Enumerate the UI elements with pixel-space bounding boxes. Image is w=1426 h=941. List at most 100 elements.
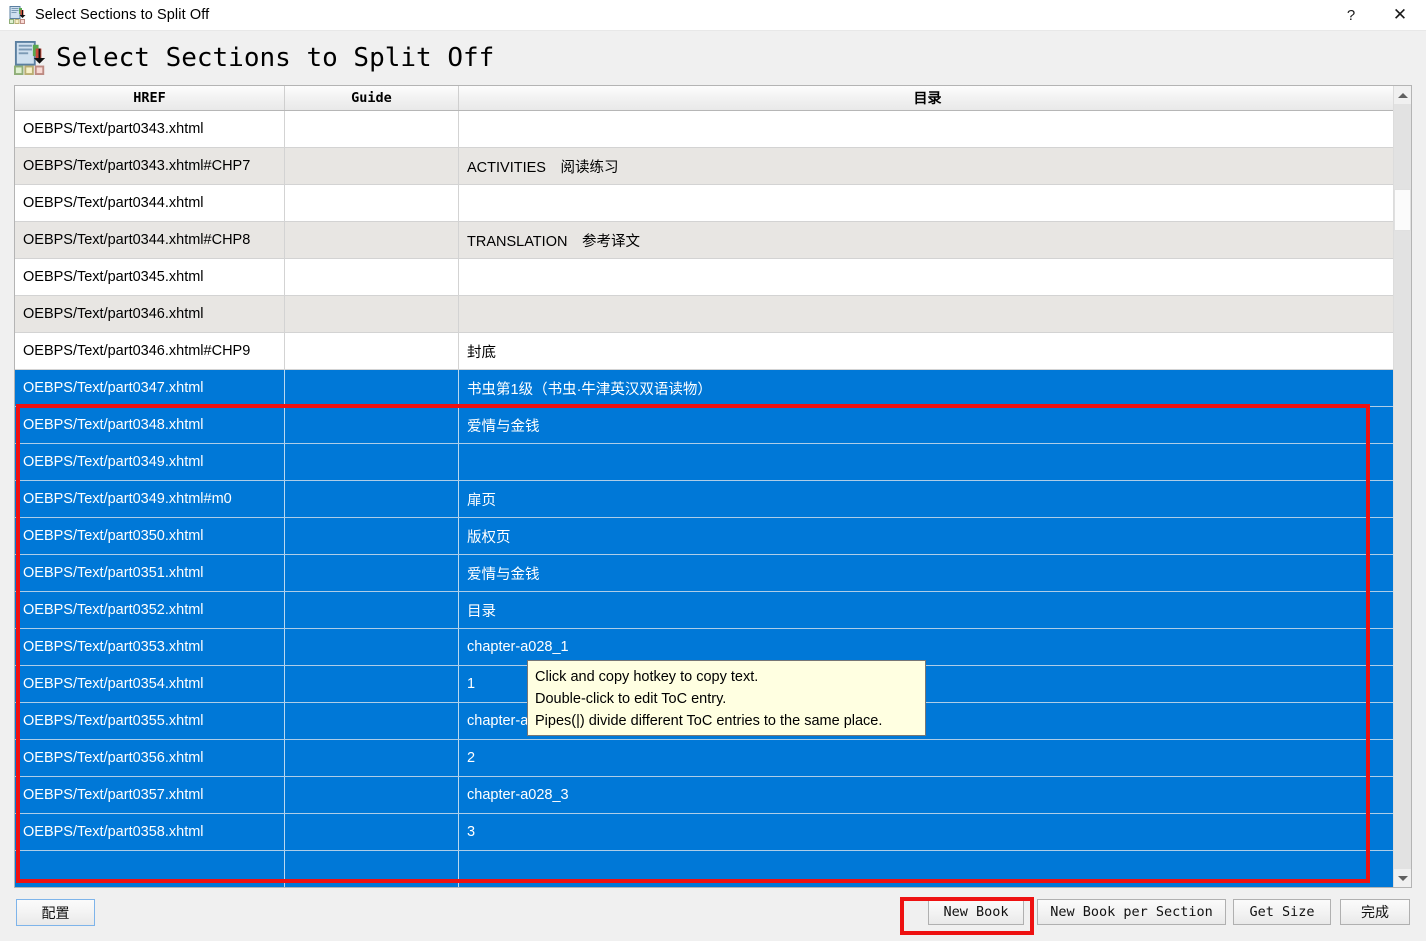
cell-href[interactable]: OEBPS/Text/part0357.xhtml (15, 777, 285, 813)
cell-guide[interactable] (285, 296, 459, 332)
cell-href[interactable]: OEBPS/Text/part0350.xhtml (15, 518, 285, 554)
cell-toc[interactable] (459, 851, 1395, 887)
cell-toc[interactable]: 扉页 (459, 481, 1395, 517)
cell-href[interactable]: OEBPS/Text/part0358.xhtml (15, 814, 285, 850)
cell-toc[interactable]: 版权页 (459, 518, 1395, 554)
cell-guide[interactable] (285, 148, 459, 184)
cell-toc[interactable] (459, 185, 1395, 221)
cell-toc[interactable]: 目录 (459, 592, 1395, 628)
cell-guide[interactable] (285, 259, 459, 295)
cell-toc[interactable]: ACTIVITIES 阅读练习 (459, 148, 1395, 184)
cell-href[interactable]: OEBPS/Text/part0345.xhtml (15, 259, 285, 295)
cell-href[interactable]: OEBPS/Text/part0344.xhtml (15, 185, 285, 221)
cell-href[interactable]: OEBPS/Text/part0351.xhtml (15, 555, 285, 591)
dialog-button-bar: 配置 New Book New Book per Section Get Siz… (0, 888, 1426, 941)
tooltip-line-3: Pipes(|) divide different ToC entries to… (535, 713, 883, 729)
cell-guide[interactable] (285, 592, 459, 628)
window-controls: ? ✕ (1328, 0, 1426, 31)
table-row[interactable]: OEBPS/Text/part0344.xhtml#CHP8 TRANSLATIO… (15, 222, 1395, 259)
cell-guide[interactable] (285, 518, 459, 554)
cell-href[interactable] (15, 851, 285, 887)
cell-toc[interactable]: 封底 (459, 333, 1395, 369)
table-row[interactable]: OEBPS/Text/part0344.xhtml (15, 185, 1395, 222)
cell-href[interactable]: OEBPS/Text/part0349.xhtml (15, 444, 285, 480)
cell-guide[interactable] (285, 111, 459, 147)
cell-guide[interactable] (285, 814, 459, 850)
table-row[interactable]: OEBPS/Text/part0350.xhtml 版权页 (15, 518, 1395, 555)
column-header-toc[interactable]: 目录 (459, 86, 1396, 110)
cell-toc[interactable] (459, 111, 1395, 147)
cell-href[interactable]: OEBPS/Text/part0348.xhtml (15, 407, 285, 443)
table-row[interactable]: OEBPS/Text/part0347.xhtml 书虫第1级（书虫·牛津英汉双语… (15, 370, 1395, 407)
cell-href[interactable]: OEBPS/Text/part0352.xhtml (15, 592, 285, 628)
table-row[interactable]: OEBPS/Text/part0343.xhtml#CHP7 ACTIVITIES… (15, 148, 1395, 185)
close-button[interactable]: ✕ (1374, 0, 1426, 31)
cell-href[interactable]: OEBPS/Text/part0343.xhtml#CHP7 (15, 148, 285, 184)
column-header-href[interactable]: HREF (15, 86, 285, 110)
column-header-guide[interactable]: Guide (285, 86, 459, 110)
cell-guide[interactable] (285, 851, 459, 887)
config-button[interactable]: 配置 (16, 899, 95, 926)
table-row[interactable]: OEBPS/Text/part0352.xhtml 目录 (15, 592, 1395, 629)
table-row[interactable]: OEBPS/Text/part0358.xhtml 3 (15, 814, 1395, 851)
table-row[interactable]: OEBPS/Text/part0356.xhtml 2 (15, 740, 1395, 777)
cell-toc[interactable]: 书虫第1级（书虫·牛津英汉双语读物） (459, 370, 1395, 406)
table-row[interactable] (15, 851, 1395, 887)
cell-guide[interactable] (285, 407, 459, 443)
cell-guide[interactable] (285, 333, 459, 369)
table-row[interactable]: OEBPS/Text/part0349.xhtml (15, 444, 1395, 481)
table-row[interactable]: OEBPS/Text/part0345.xhtml (15, 259, 1395, 296)
cell-href[interactable]: OEBPS/Text/part0349.xhtml#m0 (15, 481, 285, 517)
cell-href[interactable]: OEBPS/Text/part0346.xhtml (15, 296, 285, 332)
cell-toc[interactable]: 爱情与金钱 (459, 407, 1395, 443)
cell-toc[interactable] (459, 259, 1395, 295)
scroll-down-arrow-icon[interactable] (1394, 869, 1411, 887)
table-row[interactable]: OEBPS/Text/part0349.xhtml#m0 扉页 (15, 481, 1395, 518)
table-row[interactable]: OEBPS/Text/part0346.xhtml (15, 296, 1395, 333)
cell-href[interactable]: OEBPS/Text/part0354.xhtml (15, 666, 285, 702)
new-book-button[interactable]: New Book (928, 899, 1024, 925)
cell-href[interactable]: OEBPS/Text/part0356.xhtml (15, 740, 285, 776)
cell-guide[interactable] (285, 703, 459, 739)
cell-toc[interactable] (459, 444, 1395, 480)
cell-toc[interactable]: 2 (459, 740, 1395, 776)
cell-guide[interactable] (285, 481, 459, 517)
scroll-up-arrow-icon[interactable] (1394, 86, 1411, 104)
scrollbar-thumb[interactable] (1394, 189, 1411, 231)
cell-toc[interactable] (459, 296, 1395, 332)
table-row[interactable]: OEBPS/Text/part0348.xhtml 爱情与金钱 (15, 407, 1395, 444)
get-size-button[interactable]: Get Size (1233, 899, 1331, 925)
cell-href[interactable]: OEBPS/Text/part0353.xhtml (15, 629, 285, 665)
table-body[interactable]: OEBPS/Text/part0343.xhtml OEBPS/Text/part… (15, 111, 1395, 887)
new-book-per-section-button[interactable]: New Book per Section (1037, 899, 1226, 925)
cell-href[interactable]: OEBPS/Text/part0344.xhtml#CHP8 (15, 222, 285, 258)
cell-guide[interactable] (285, 444, 459, 480)
cell-guide[interactable] (285, 629, 459, 665)
scrollbar-track[interactable] (1394, 104, 1411, 869)
cell-toc[interactable]: 爱情与金钱 (459, 555, 1395, 591)
cell-guide[interactable] (285, 777, 459, 813)
cell-toc[interactable]: chapter-a028_3 (459, 777, 1395, 813)
done-button[interactable]: 完成 (1340, 899, 1410, 925)
cell-guide[interactable] (285, 666, 459, 702)
tooltip-line-1: Click and copy hotkey to copy text. (535, 669, 759, 685)
cell-href[interactable]: OEBPS/Text/part0343.xhtml (15, 111, 285, 147)
cell-toc[interactable]: 3 (459, 814, 1395, 850)
cell-guide[interactable] (285, 370, 459, 406)
cell-guide[interactable] (285, 740, 459, 776)
table-row[interactable]: OEBPS/Text/part0351.xhtml 爱情与金钱 (15, 555, 1395, 592)
cell-guide[interactable] (285, 185, 459, 221)
table-row[interactable]: OEBPS/Text/part0346.xhtml#CHP9 封底 (15, 333, 1395, 370)
table-row[interactable]: OEBPS/Text/part0357.xhtml chapter-a028_3 (15, 777, 1395, 814)
cell-href[interactable]: OEBPS/Text/part0347.xhtml (15, 370, 285, 406)
cell-guide[interactable] (285, 222, 459, 258)
page-title: Select Sections to Split Off (56, 43, 495, 73)
table-row[interactable]: OEBPS/Text/part0343.xhtml (15, 111, 1395, 148)
cell-href[interactable]: OEBPS/Text/part0355.xhtml (15, 703, 285, 739)
table-header-row: HREF Guide 目录 (15, 86, 1411, 111)
cell-guide[interactable] (285, 555, 459, 591)
vertical-scrollbar[interactable] (1393, 86, 1411, 887)
cell-href[interactable]: OEBPS/Text/part0346.xhtml#CHP9 (15, 333, 285, 369)
help-button[interactable]: ? (1328, 0, 1374, 31)
cell-toc[interactable]: TRANSLATION 参考译文 (459, 222, 1395, 258)
